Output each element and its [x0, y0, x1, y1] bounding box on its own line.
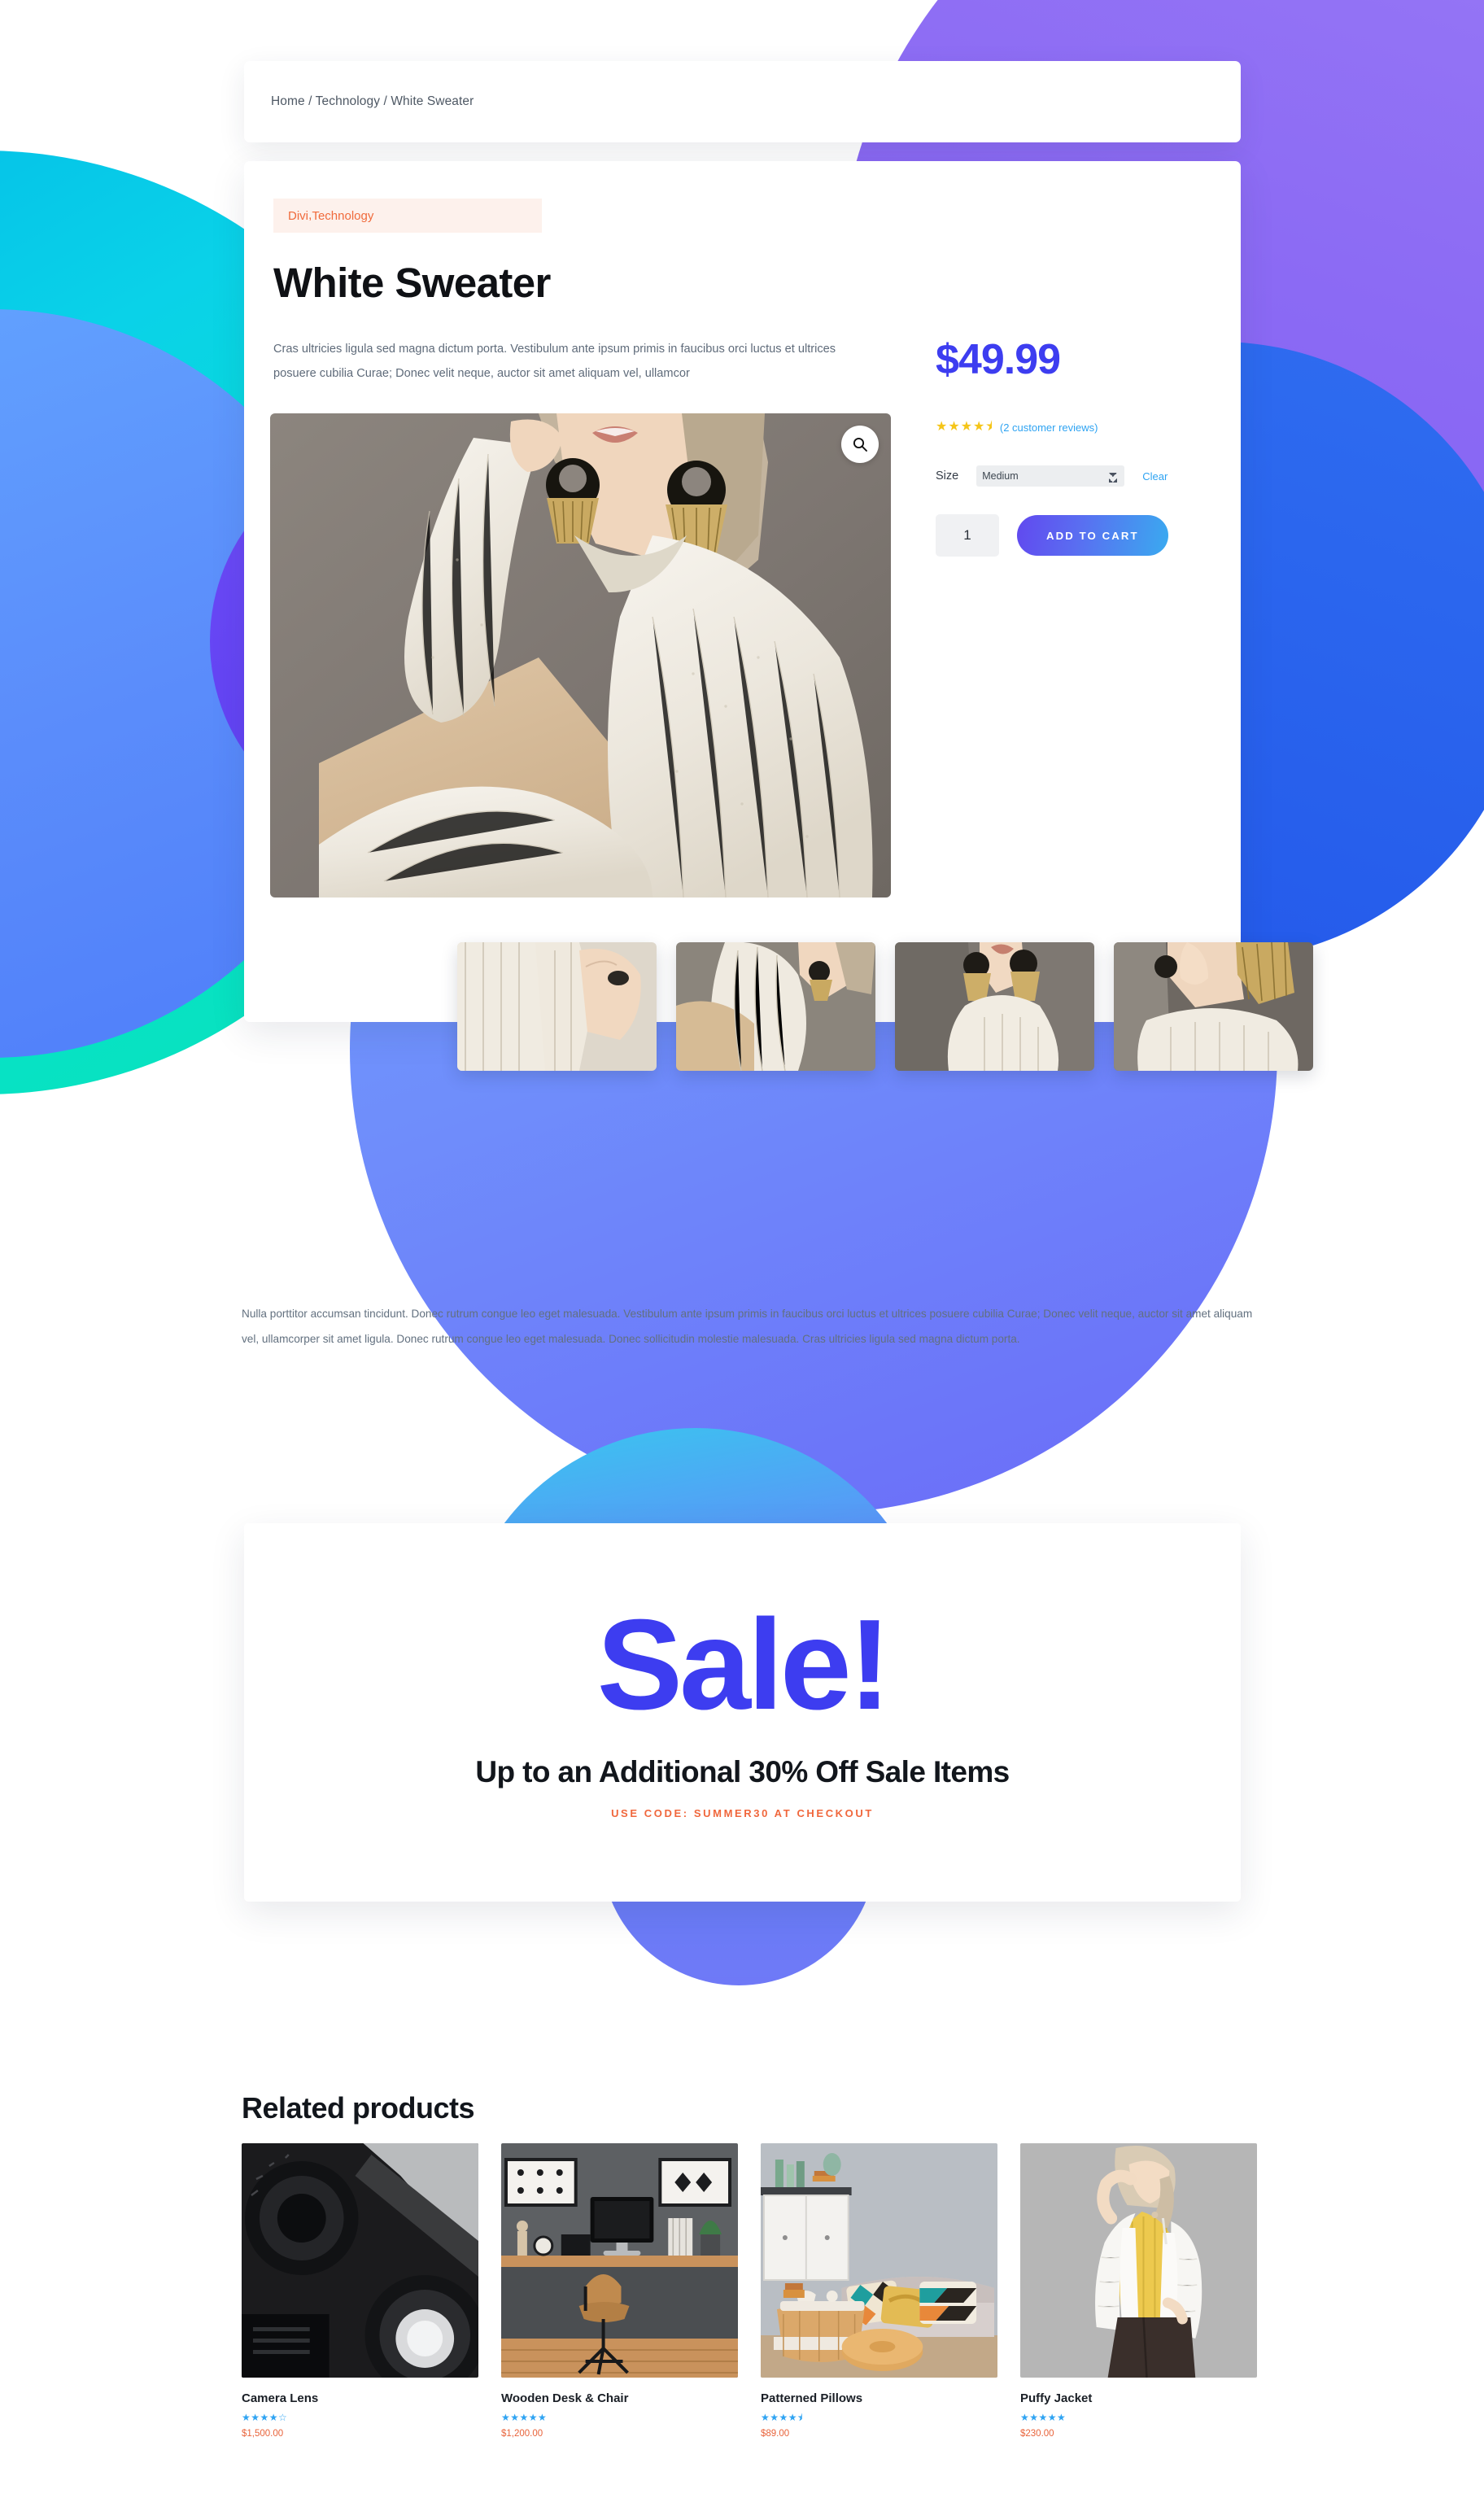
- product-price: $49.99: [936, 336, 1061, 383]
- thumbnail-image-3: [895, 942, 1094, 1071]
- related-product-name[interactable]: Puffy Jacket: [1020, 2391, 1257, 2405]
- product-short-description: Cras ultricies ligula sed magna dictum p…: [273, 343, 836, 380]
- thumbnail-image-1: [457, 942, 657, 1071]
- related-product-image[interactable]: [761, 2143, 997, 2378]
- puffy-jacket-photo: [1020, 2143, 1257, 2378]
- related-product-stars: ★★★★⯨: [761, 2412, 803, 2423]
- related-product-stars: ★★★★★: [1020, 2412, 1067, 2423]
- thumbnail-2[interactable]: [676, 942, 875, 1071]
- category-link-technology[interactable]: Technology: [312, 209, 373, 223]
- related-products-grid: Camera Lens ★★★★☆ $1,500.00 Wooden Desk …: [242, 2143, 1257, 2439]
- size-selector-row: Size MediumLargeSmall Clear: [936, 465, 1168, 487]
- product-page: Home / Technology / White Sweater Divi ,…: [0, 0, 1484, 2520]
- earring-left: [546, 458, 600, 544]
- thumbnail-image-4: [1114, 942, 1313, 1071]
- category-link-divi[interactable]: Divi: [288, 209, 308, 223]
- related-product-stars: ★★★★★: [501, 2412, 548, 2423]
- related-product-card[interactable]: Puffy Jacket ★★★★★ $230.00: [1020, 2143, 1257, 2439]
- related-product-image[interactable]: [501, 2143, 738, 2378]
- search-icon: [853, 437, 867, 452]
- wooden-desk-photo: [501, 2143, 738, 2378]
- thumbnail-4[interactable]: [1114, 942, 1313, 1071]
- related-product-name[interactable]: Camera Lens: [242, 2391, 478, 2405]
- related-product-name[interactable]: Patterned Pillows: [761, 2391, 997, 2405]
- thumbnail-gallery: [457, 942, 1313, 1071]
- related-product-price: $89.00: [761, 2429, 790, 2439]
- related-product-card[interactable]: Wooden Desk & Chair ★★★★★ $1,200.00: [501, 2143, 738, 2439]
- thumbnail-1[interactable]: [457, 942, 657, 1071]
- image-zoom-button[interactable]: [841, 426, 879, 463]
- breadcrumb-card: Home / Technology / White Sweater: [244, 61, 1241, 142]
- clear-selection-link[interactable]: Clear: [1142, 470, 1168, 483]
- sale-promo-code: USE CODE: SUMMER30 AT CHECKOUT: [611, 1807, 874, 1819]
- sale-title: Sale!: [596, 1593, 892, 1736]
- related-product-price: $1,500.00: [242, 2429, 284, 2439]
- size-select[interactable]: MediumLargeSmall: [976, 465, 1125, 487]
- related-product-image[interactable]: [242, 2143, 478, 2378]
- related-product-name[interactable]: Wooden Desk & Chair: [501, 2391, 738, 2405]
- related-product-image[interactable]: [1020, 2143, 1257, 2378]
- rating-stars: ★★★★⯨: [936, 420, 993, 434]
- add-to-cart-row: ADD TO CART: [936, 514, 1168, 557]
- related-product-card[interactable]: Camera Lens ★★★★☆ $1,500.00: [242, 2143, 478, 2439]
- rating-row: ★★★★⯨ (2 customer reviews): [936, 421, 1098, 434]
- product-main-image[interactable]: [270, 413, 891, 898]
- sale-banner: Sale! Up to an Additional 30% Off Sale I…: [244, 1523, 1241, 1902]
- page-title: White Sweater: [273, 260, 551, 306]
- product-photo: [270, 413, 891, 898]
- sale-subtitle: Up to an Additional 30% Off Sale Items: [475, 1755, 1010, 1788]
- add-to-cart-button[interactable]: ADD TO CART: [1017, 515, 1168, 556]
- related-product-price: $1,200.00: [501, 2429, 543, 2439]
- size-label: Size: [936, 469, 959, 483]
- thumbnail-image-2: [676, 942, 875, 1071]
- product-long-description: Nulla porttitor accumsan tincidunt. Done…: [242, 1308, 1253, 1345]
- quantity-input[interactable]: [936, 514, 999, 557]
- related-products-heading: Related products: [242, 2091, 475, 2125]
- breadcrumb[interactable]: Home / Technology / White Sweater: [271, 94, 474, 109]
- pillow-3: [919, 2282, 977, 2324]
- patterned-pillows-photo: [761, 2143, 997, 2378]
- customer-reviews-link[interactable]: (2 customer reviews): [1000, 421, 1098, 434]
- related-product-card[interactable]: Patterned Pillows ★★★★⯨ $89.00: [761, 2143, 997, 2439]
- thumbnail-3[interactable]: [895, 942, 1094, 1071]
- camera-lens-photo: [242, 2143, 478, 2378]
- related-product-price: $230.00: [1020, 2429, 1054, 2439]
- related-product-stars: ★★★★☆: [242, 2412, 288, 2423]
- product-categories: Divi , Technology: [273, 199, 542, 233]
